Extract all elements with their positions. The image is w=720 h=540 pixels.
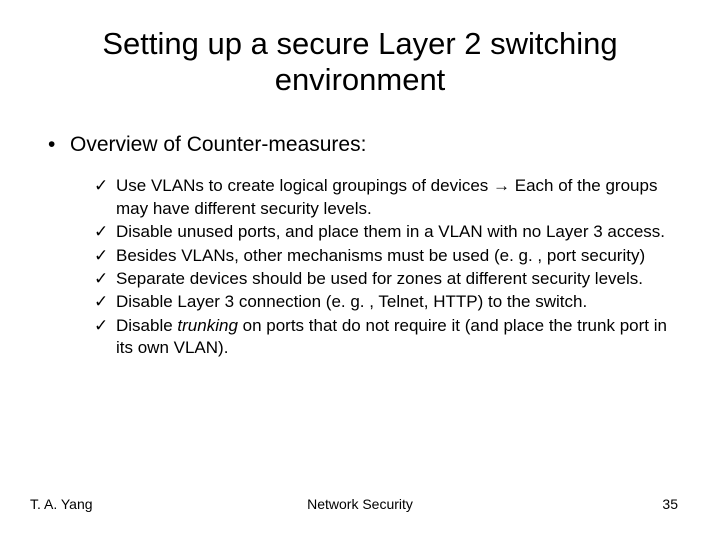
footer-title: Network Security	[0, 496, 720, 512]
list-item: ✓ Disable Layer 3 connection (e. g. , Te…	[94, 291, 678, 313]
slide: Setting up a secure Layer 2 switching en…	[0, 0, 720, 540]
overview-heading: Overview of Counter-measures:	[70, 133, 366, 157]
item-text: Use VLANs to create logical groupings of…	[116, 175, 678, 220]
item-text: Separate devices should be used for zone…	[116, 268, 678, 290]
footer: T. A. Yang Network Security 35	[0, 496, 720, 512]
list-item: ✓ Disable unused ports, and place them i…	[94, 221, 678, 243]
list-item: ✓ Disable trunking on ports that do not …	[94, 315, 678, 360]
item-text: Disable trunking on ports that do not re…	[116, 315, 678, 360]
item-em: trunking	[177, 316, 237, 335]
item-text: Disable Layer 3 connection (e. g. , Teln…	[116, 291, 678, 313]
check-icon: ✓	[94, 315, 116, 360]
item-pre: Disable	[116, 316, 177, 335]
list-item: ✓ Separate devices should be used for zo…	[94, 268, 678, 290]
check-icon: ✓	[94, 175, 116, 220]
arrow-icon: →	[493, 176, 510, 195]
check-icon: ✓	[94, 245, 116, 267]
checklist: ✓ Use VLANs to create logical groupings …	[42, 175, 678, 360]
bullet-icon: •	[48, 133, 70, 157]
check-icon: ✓	[94, 268, 116, 290]
list-item: ✓ Besides VLANs, other mechanisms must b…	[94, 245, 678, 267]
item-text: Besides VLANs, other mechanisms must be …	[116, 245, 678, 267]
overview-bullet: • Overview of Counter-measures:	[42, 133, 678, 157]
list-item: ✓ Use VLANs to create logical groupings …	[94, 175, 678, 220]
check-icon: ✓	[94, 221, 116, 243]
item-pre: Use VLANs to create logical groupings of…	[116, 176, 493, 195]
item-text: Disable unused ports, and place them in …	[116, 221, 678, 243]
check-icon: ✓	[94, 291, 116, 313]
slide-title: Setting up a secure Layer 2 switching en…	[42, 26, 678, 97]
